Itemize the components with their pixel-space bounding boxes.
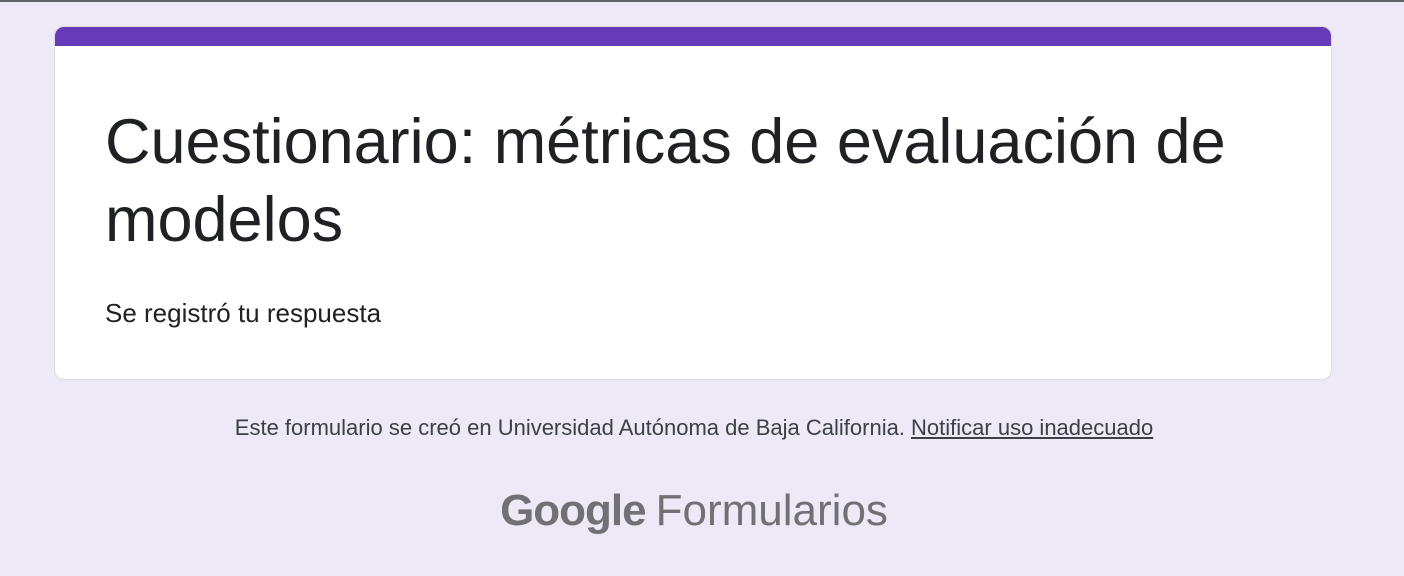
logo-google-wordmark: Google [500, 486, 647, 535]
response-recorded-message: Se registró tu respuesta [105, 298, 382, 328]
logo-product-name: Formularios [655, 486, 888, 535]
form-title: Cuestionario: métricas de evaluación de … [105, 107, 1226, 255]
form-card: Cuestionario: métricas de evaluación de … [54, 26, 1332, 380]
form-footer: Este formulario se creó en Universidad A… [0, 413, 1388, 443]
report-abuse-link[interactable]: Notificar uso inadecuado [911, 415, 1153, 440]
footer-created-in-text: Este formulario se creó en Universidad A… [234, 415, 912, 440]
theme-accent-bar [55, 27, 1331, 46]
window-top-border [0, 0, 1404, 2]
google-forms-logo[interactable]: Google Formularios [0, 484, 1388, 538]
